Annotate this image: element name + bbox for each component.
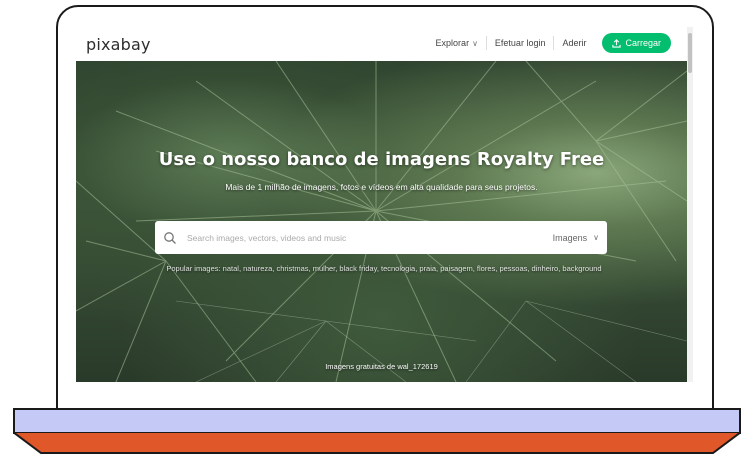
image-credit[interactable]: Imagens gratuitas de wal_172619 (76, 362, 687, 371)
popular-tag[interactable]: natal (223, 264, 239, 273)
hero-title: Use o nosso banco de imagens Royalty Fre… (158, 149, 605, 170)
search-type-label: Imagens (552, 232, 588, 243)
nav-join[interactable]: Aderir (554, 38, 594, 48)
scrollbar-thumb[interactable] (688, 33, 692, 73)
top-nav: Explorar ∨ Efetuar login Aderir Carregar (428, 33, 671, 53)
popular-label: Popular images: (166, 264, 221, 273)
upload-button-label: Carregar (625, 38, 661, 48)
popular-tags: Popular images: natal, natureza, christm… (166, 264, 602, 273)
chevron-down-icon: ∨ (472, 39, 478, 48)
page-scrollbar[interactable] (687, 27, 693, 382)
upload-icon (612, 38, 622, 48)
laptop-foot (13, 432, 741, 454)
popular-tag[interactable]: background (562, 264, 601, 273)
popular-tag[interactable]: mulher (313, 264, 336, 273)
search-input[interactable] (185, 231, 553, 244)
popular-tag[interactable]: praia (419, 264, 436, 273)
hero-subtitle: Mais de 1 milhão de imagens, fotos e víd… (225, 182, 538, 192)
popular-tag[interactable]: tecnologia (381, 264, 415, 273)
nav-explore[interactable]: Explorar ∨ (428, 38, 486, 48)
popular-tag[interactable]: black friday (339, 264, 376, 273)
hero-banner: Use o nosso banco de imagens Royalty Fre… (76, 61, 687, 382)
search-bar: Imagens ∨ (155, 221, 607, 254)
laptop-base (13, 408, 741, 434)
nav-login[interactable]: Efetuar login (487, 38, 554, 48)
pixabay-logo[interactable]: pixabay (86, 35, 151, 54)
popular-tag[interactable]: natureza (243, 264, 272, 273)
popular-tag[interactable]: flores (477, 264, 495, 273)
popular-tag[interactable]: paisagem (440, 264, 473, 273)
popular-tag[interactable]: dinheiro (532, 264, 559, 273)
popular-tag[interactable]: pessoas (499, 264, 527, 273)
popular-tag[interactable]: christmas (276, 264, 308, 273)
site-header: pixabay Explorar ∨ Efetuar login Aderir C… (76, 27, 687, 61)
search-type-dropdown[interactable]: Imagens ∨ (553, 233, 599, 243)
nav-explore-label: Explorar (435, 38, 470, 48)
upload-button[interactable]: Carregar (602, 33, 671, 53)
chevron-down-icon: ∨ (593, 233, 599, 242)
browser-screen: pixabay Explorar ∨ Efetuar login Aderir C… (76, 27, 693, 382)
search-icon[interactable] (163, 231, 177, 245)
